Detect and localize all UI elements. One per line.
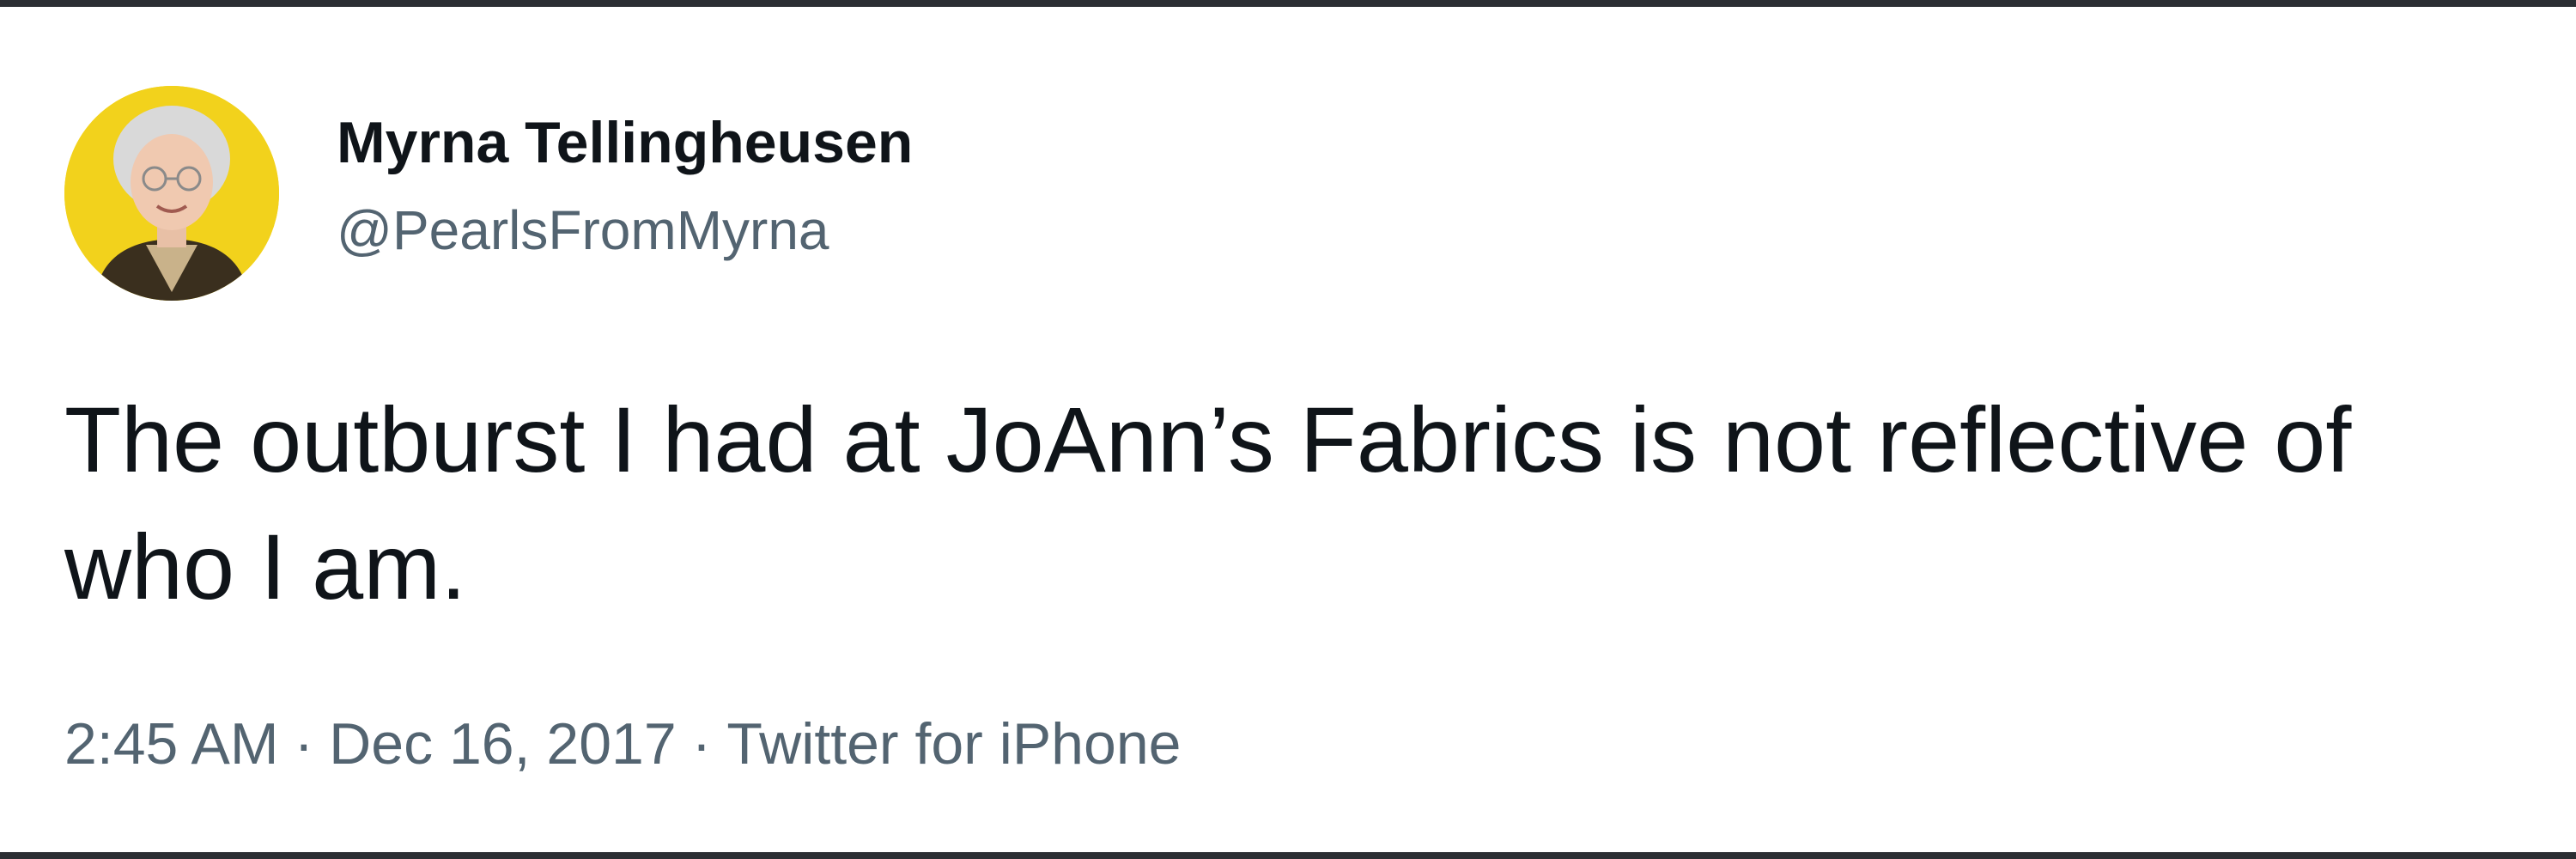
- tweet-text: The outburst I had at JoAnn’s Fabrics is…: [64, 387, 2352, 618]
- meta-separator: ·: [691, 711, 712, 777]
- profile-photo-icon: [64, 86, 279, 301]
- tweet-card: Myrna Tellingheusen @PearlsFromMyrna The…: [0, 7, 2576, 852]
- tweet-time[interactable]: 2:45 AM: [64, 711, 279, 777]
- avatar[interactable]: [64, 86, 279, 301]
- author-handle[interactable]: @PearlsFromMyrna: [337, 198, 829, 263]
- tweet-source[interactable]: Twitter for iPhone: [726, 711, 1181, 777]
- tweet-meta: 2:45 AM · Dec 16, 2017 · Twitter for iPhone: [64, 710, 1181, 778]
- author-display-name[interactable]: Myrna Tellingheusen: [337, 108, 913, 177]
- tweet-date[interactable]: Dec 16, 2017: [329, 711, 677, 777]
- meta-separator: ·: [294, 711, 314, 777]
